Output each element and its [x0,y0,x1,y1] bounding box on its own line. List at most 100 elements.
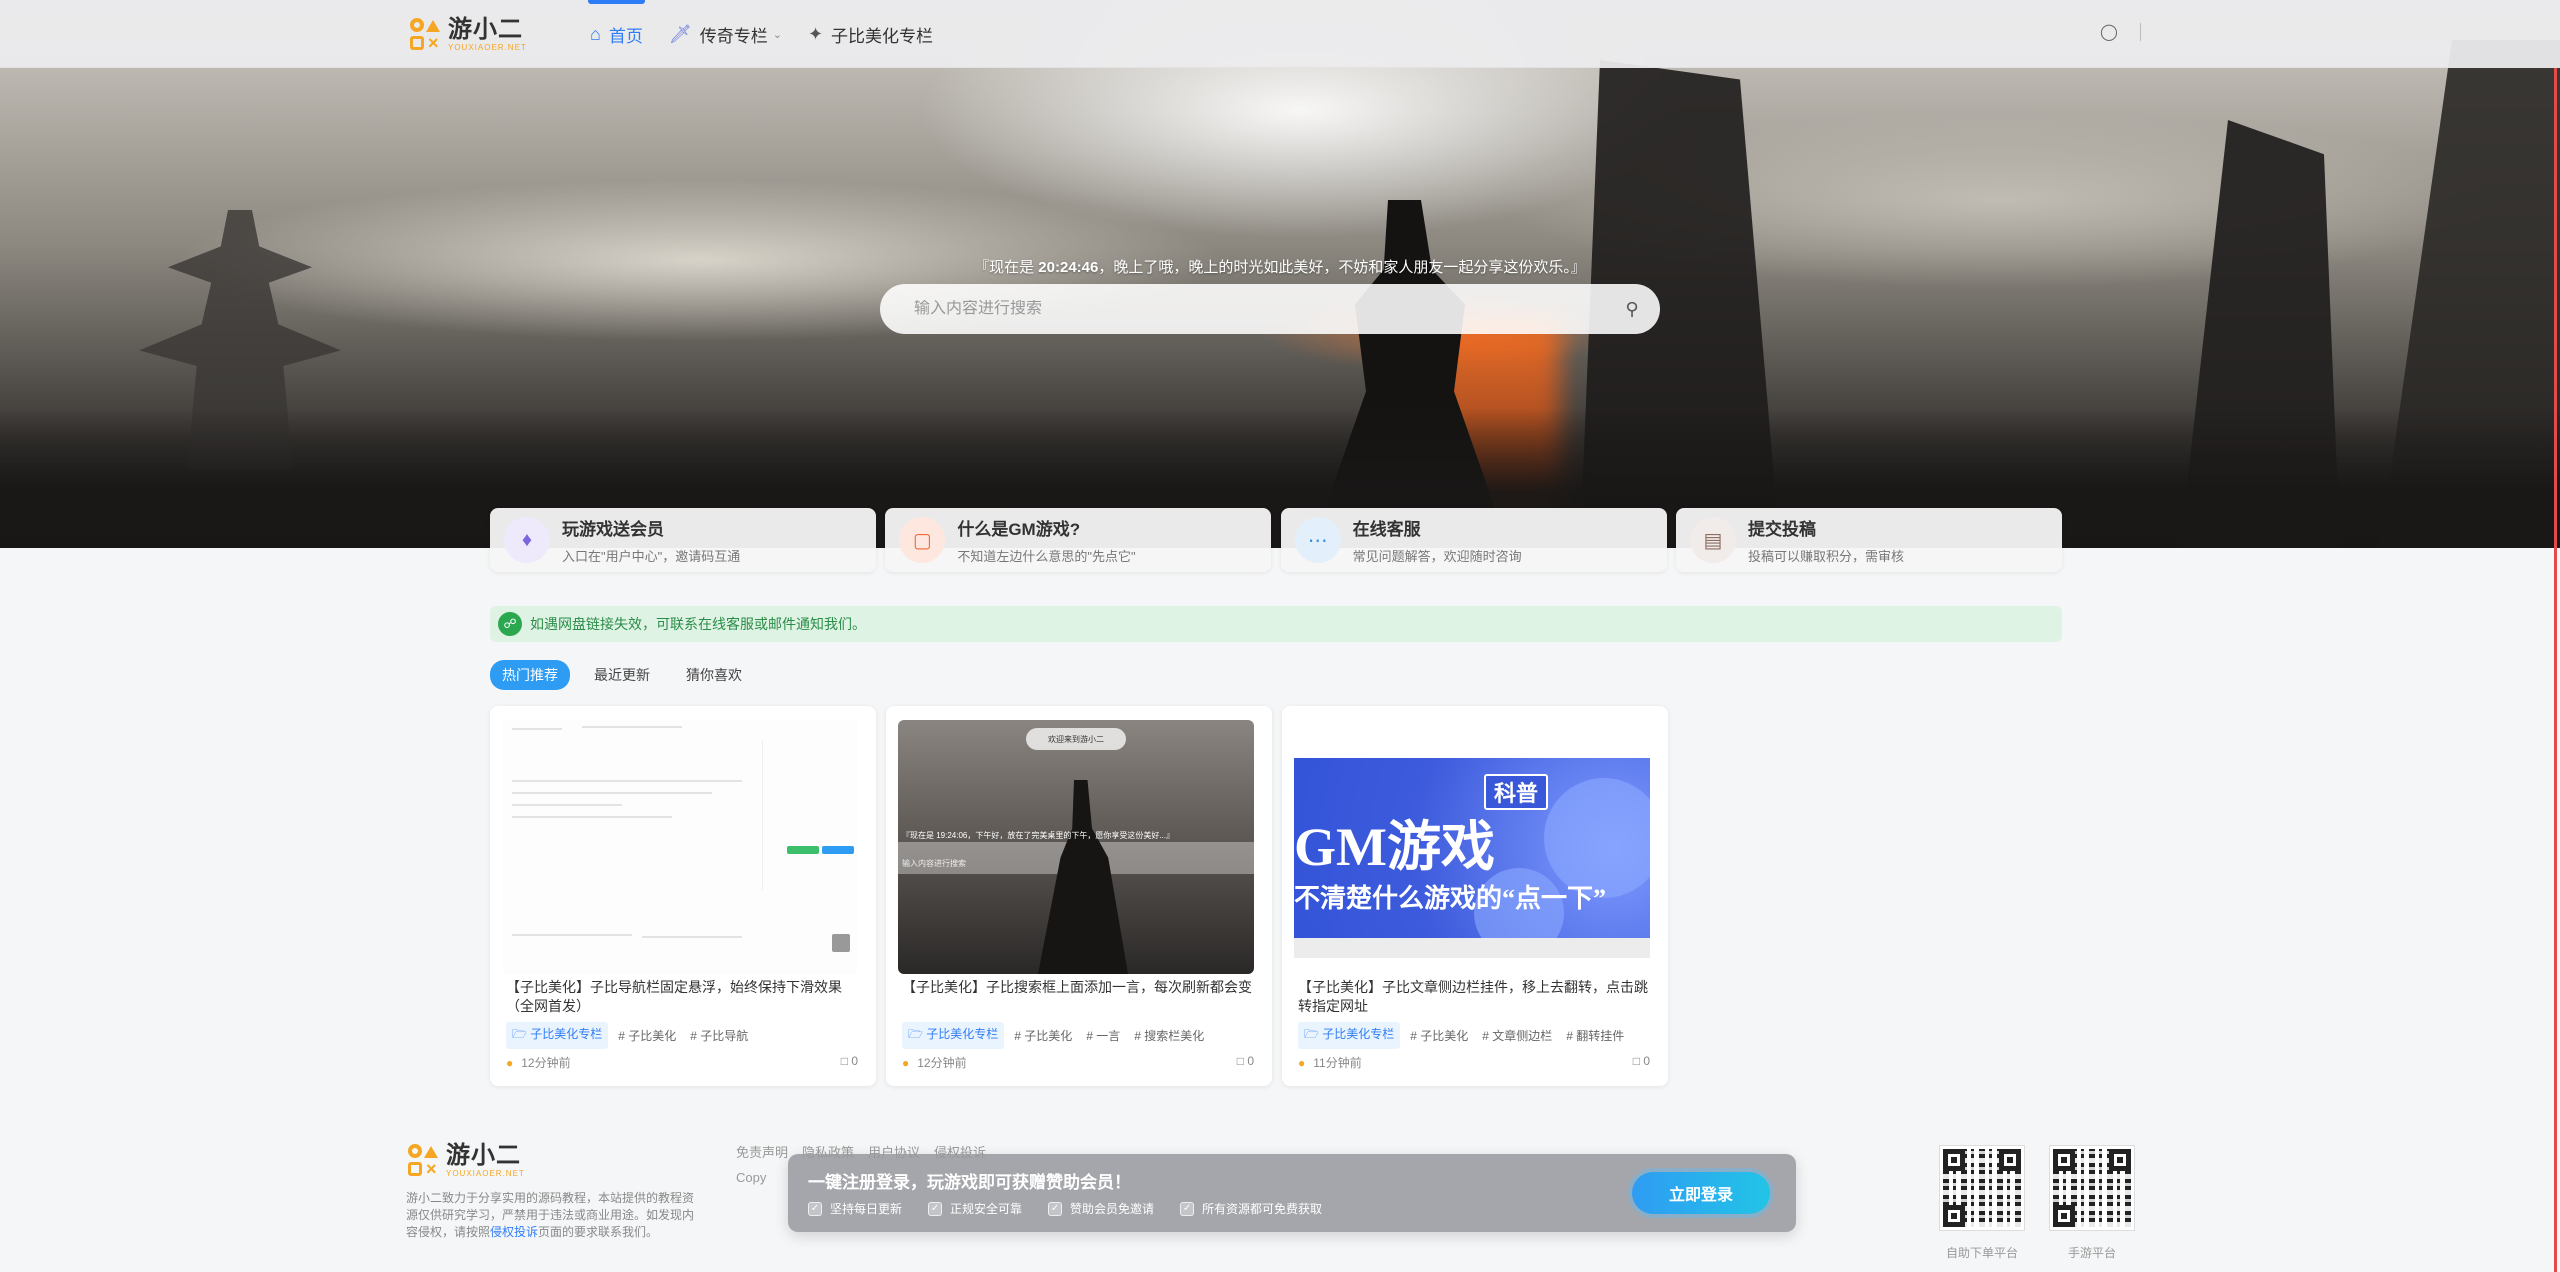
feature-card-support[interactable]: ⋯ 在线客服 常见问题解答，欢迎随时咨询 [1280,508,1667,572]
footer-link[interactable]: 免责声明 [736,1142,788,1161]
post-list: 【子比美化】子比导航栏固定悬浮，始终保持下滑效果（全网首发） 🗁 子比美化专栏 … [490,706,1678,1086]
post-tag[interactable]: # 一言 [1086,1027,1120,1044]
tab-latest[interactable]: 最近更新 [582,660,662,690]
post-meta: ● 12分钟前 □ 0 [506,1054,858,1071]
feature-desc: 不知道左边什么意思的"先点它" [957,549,1136,564]
site-logo[interactable]: × 游小二 YOUXIAOER.NET [408,14,527,54]
nav-item-zibi[interactable]: ✦ 子比美化专栏 [808,0,933,68]
search-icon[interactable]: ⚲ [1618,295,1646,323]
post-time: ● 12分钟前 [506,1056,571,1070]
complaint-link[interactable]: 侵权投诉 [490,1225,538,1239]
link-broken-icon: ☍ [498,612,522,636]
nav-item-label: 传奇专栏 [699,26,768,46]
post-category-badge[interactable]: 🗁 子比美化专栏 [506,1022,609,1049]
document-icon: ▤ [1689,517,1736,563]
logo-subtitle: YOUXIAOER.NET [448,42,527,52]
qr-label: 自助下单平台 [1945,1246,2018,1260]
hero-quote: 『现在是 20:24:46，晚上了哦，晚上的时光如此美好，不妨和家人朋友一起分享… [974,259,1586,276]
footer-copyright: Copy [736,1170,767,1185]
feature-cards: ♦ 玩游戏送会员 入口在"用户中心"，邀请码互通 ▢ 什么是GM游戏? 不知道左… [490,508,2062,572]
magic-wand-icon: ✦ [807,23,824,44]
home-icon: ⌂ [590,23,601,44]
post-category-badge[interactable]: 🗁 子比美化专栏 [902,1022,1005,1049]
post-thumbnail[interactable]: 欢迎来到游小二 『现在是 19:24:06，下午好，放在了完美桌里的下午，愿你享… [898,720,1254,974]
scrollbar-accent[interactable] [2554,68,2557,1272]
coin-icon: ● [902,1056,910,1070]
comment-count: □ 0 [1236,1054,1254,1068]
feature-title: 提交投稿 [1747,520,1816,539]
post-tag[interactable]: # 文章侧边栏 [1482,1027,1552,1044]
post-card[interactable]: 【子比美化】子比导航栏固定悬浮，始终保持下滑效果（全网首发） 🗁 子比美化专栏 … [490,706,876,1086]
thumb-search: 输入内容进行搜索 [902,859,966,868]
nav-item-label: 子比美化专栏 [831,26,934,46]
theme-toggle-bulb-icon[interactable]: ◯ [2100,22,2118,42]
feature-title: 在线客服 [1352,520,1421,539]
post-tags: 🗁 子比美化专栏 # 子比美化 # 文章侧边栏 # 翻转挂件 [1298,1022,1638,1049]
post-title[interactable]: 【子比美化】子比文章侧边栏挂件，移上去翻转，点击跳转指定网址 [1298,978,1650,1016]
post-tag[interactable]: # 翻转挂件 [1566,1027,1624,1044]
check-icon: ✓ [1048,1201,1063,1216]
qr-label: 手游平台 [2067,1246,2116,1260]
post-tag[interactable]: # 子比美化 [1014,1027,1072,1044]
nav-item-legend[interactable]: 🗡 传奇专栏 ⌄ [669,0,782,68]
thumb-pill: 欢迎来到游小二 [1026,728,1126,750]
footer-description: 游小二致力于分享实用的源码教程，本站提供的教程资源仅供研究学习，严禁用于违法或商… [406,1191,695,1239]
post-tag[interactable]: # 子比美化 [1410,1027,1468,1044]
benefit-item: ✓ 赞助会员免邀请 [1048,1200,1154,1217]
popup-title: 一键注册登录，玩游戏即可获赠赞助会员！ [808,1173,1131,1192]
benefit-item: ✓ 正规安全可靠 [928,1200,1022,1217]
post-meta: ● 11分钟前 □ 0 [1298,1054,1650,1071]
search-input[interactable] [880,300,1580,318]
nav-item-home[interactable]: ⌂ 首页 [588,0,645,68]
feature-card-gm[interactable]: ▢ 什么是GM游戏? 不知道左边什么意思的"先点它" [885,508,1272,572]
post-title[interactable]: 【子比美化】子比搜索框上面添加一言，每次刷新都会变 [902,978,1254,997]
footer-logo-name: 游小二 [446,1141,521,1169]
notice-text: 如遇网盘链接失效，可联系在线客服或邮件通知我们。 [530,616,866,632]
tab-hot[interactable]: 热门推荐 [490,660,570,690]
thumb-quote: 『现在是 19:24:06，下午好，放在了完美桌里的下午，愿你享受这份美好...… [902,831,1175,840]
login-promo-popup: 一键注册登录，玩游戏即可获赠赞助会员！ ✓ 坚持每日更新 ✓ 正规安全可靠 ✓ 赞助会… [788,1154,1796,1232]
login-button[interactable]: 立即登录 [1632,1172,1770,1214]
logo-mark-icon: × [406,1142,442,1178]
post-title[interactable]: 【子比美化】子比导航栏固定悬浮，始终保持下滑效果（全网首发） [506,978,858,1016]
comment-count: □ 0 [840,1054,858,1068]
post-thumbnail[interactable]: 科普 GM游戏 不清楚什么游戏的“点一下” [1294,720,1650,974]
post-tag[interactable]: # 子比导航 [690,1027,748,1044]
post-tabs: 热门推荐 最近更新 猜你喜欢 [490,660,766,690]
feature-card-vip[interactable]: ♦ 玩游戏送会员 入口在"用户中心"，邀请码互通 [490,508,876,572]
coin-icon: ● [1298,1056,1306,1070]
thumb-subtitle: 不清楚什么游戏的“点一下” [1294,884,1607,913]
feature-desc: 常见问题解答，欢迎随时咨询 [1352,549,1522,564]
feature-card-submit[interactable]: ▤ 提交投稿 投稿可以赚取积分，需审核 [1675,508,2062,572]
feature-title: 什么是GM游戏? [957,520,1081,539]
logo-name: 游小二 [448,15,523,43]
qr-code [2050,1146,2134,1230]
tab-recommend[interactable]: 猜你喜欢 [674,660,754,690]
feature-title: 玩游戏送会员 [562,520,664,539]
top-navbar: × 游小二 YOUXIAOER.NET ⌂ 首页 🗡 传奇专栏 ⌄ ✦ 子比美化… [0,0,2560,68]
post-time: ● 11分钟前 [1298,1056,1362,1070]
post-meta: ● 12分钟前 □ 0 [902,1054,1254,1071]
feature-desc: 入口在"用户中心"，邀请码互通 [562,549,741,564]
post-thumbnail[interactable] [502,720,858,974]
benefit-item: ✓ 坚持每日更新 [808,1200,902,1217]
check-icon: ✓ [808,1201,822,1216]
post-card[interactable]: 欢迎来到游小二 『现在是 19:24:06，下午好，放在了完美桌里的下午，愿你享… [886,706,1272,1086]
post-tag[interactable]: # 子比美化 [618,1027,676,1044]
post-time: ● 12分钟前 [902,1056,967,1070]
footer-logo-subtitle: YOUXIAOER.NET [446,1168,525,1178]
footer-logo[interactable]: × 游小二 YOUXIAOER.NET [406,1142,525,1178]
post-card[interactable]: 科普 GM游戏 不清楚什么游戏的“点一下” 【子比美化】子比文章侧边栏挂件，移上… [1282,706,1668,1086]
main-nav: ⌂ 首页 🗡 传奇专栏 ⌄ ✦ 子比美化专栏 [588,0,959,68]
search-box: ⚲ [880,284,1660,334]
post-tags: 🗁 子比美化专栏 # 子比美化 # 一言 # 搜索栏美化 [902,1022,1218,1049]
qr-code [1940,1146,2024,1230]
check-icon: ✓ [1180,1201,1195,1216]
feature-desc: 投稿可以赚取积分，需审核 [1747,549,1904,564]
post-category-badge[interactable]: 🗁 子比美化专栏 [1298,1022,1401,1049]
post-tag[interactable]: # 搜索栏美化 [1134,1027,1204,1044]
post-tags: 🗁 子比美化专栏 # 子比美化 # 子比导航 [506,1022,762,1049]
comment-count: □ 0 [1632,1054,1650,1068]
sword-icon: 🗡 [668,23,692,44]
coin-icon: ● [506,1056,514,1070]
